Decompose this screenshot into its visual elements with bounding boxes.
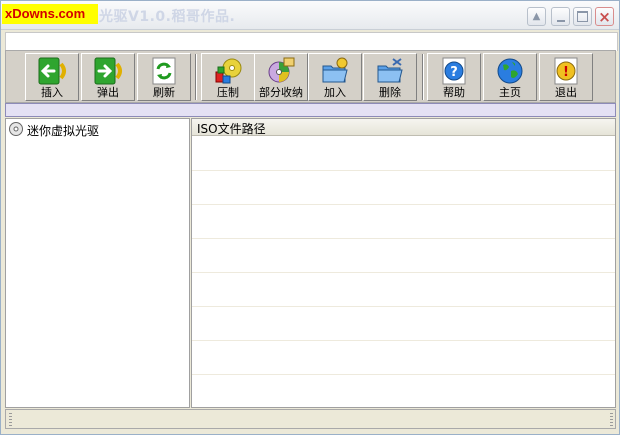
drive-tree[interactable]: 迷你虚拟光驱 [5,118,190,408]
maximize-button[interactable] [573,7,592,26]
svg-text:?: ? [450,65,458,80]
toolbar-separator [195,54,197,100]
close-icon: × [598,7,611,26]
homepage-button[interactable]: 主页 [483,53,537,101]
tree-item-label: 迷你虚拟光驱 [27,124,100,138]
column-header-iso-path: ISO文件路径 [197,122,266,136]
maximize-icon [577,11,588,22]
help-label: 帮助 [443,86,465,99]
eject-arrow-icon [92,56,124,86]
compress-label: 压制 [217,86,239,99]
delete-button[interactable]: 删除 [363,53,417,101]
insert-button[interactable]: 插入 [25,53,79,101]
compress-button[interactable]: 压制 [201,53,255,101]
refresh-button[interactable]: 刷新 [137,53,191,101]
list-row-divider [192,340,615,341]
list-row-divider [192,272,615,273]
title-bar[interactable]: xDowns.com 光驱V1.0.稻哥作品. ▲ × [1,1,619,30]
list-row-divider [192,170,615,171]
help-up-button[interactable]: ▲ [527,7,546,26]
app-window: xDowns.com 光驱V1.0.稻哥作品. ▲ × 插入 弹出 刷新 压制 … [0,0,620,435]
homepage-globe-icon [494,56,526,86]
exit-label: 退出 [555,86,577,99]
splitter-band[interactable] [5,103,616,117]
add-folder-icon [319,56,351,86]
status-grip-right[interactable] [610,413,613,426]
exit-button[interactable]: ! 退出 [539,53,593,101]
minimize-icon [556,19,565,22]
insert-arrow-icon [36,56,68,86]
list-row-divider [192,204,615,205]
close-button[interactable]: × [595,7,614,26]
cd-drive-icon [8,121,24,140]
insert-label: 插入 [41,86,63,99]
homepage-label: 主页 [499,86,521,99]
add-label: 加入 [324,86,346,99]
toolbar-separator [422,54,424,100]
refresh-icon [148,56,180,86]
status-grip-left [9,413,12,426]
partial-collect-label: 部分收纳 [259,86,303,99]
eject-label: 弹出 [97,86,119,99]
refresh-label: 刷新 [153,86,175,99]
delete-label: 删除 [379,86,401,99]
window-title: 光驱V1.0.稻哥作品. [99,9,236,25]
list-row-divider [192,306,615,307]
partial-collect-disc-icon [265,56,297,86]
caret-up-icon: ▲ [532,11,541,22]
status-bar [5,409,616,429]
compress-disc-icon [212,56,244,86]
minimize-button[interactable] [551,7,570,26]
menu-strip [5,32,618,51]
list-row-divider [192,238,615,239]
help-icon: ? [438,56,470,86]
toolbar: 插入 弹出 刷新 压制 部分收纳 加入 删除 ? 帮助 主页 ! 退出 [5,50,616,103]
partial-collect-button[interactable]: 部分收纳 [254,53,308,101]
eject-button[interactable]: 弹出 [81,53,135,101]
iso-list[interactable]: ISO文件路径 [191,118,616,408]
svg-text:!: ! [563,65,569,80]
site-logo: xDowns.com [2,4,98,24]
add-button[interactable]: 加入 [308,53,362,101]
list-header[interactable]: ISO文件路径 [192,119,615,136]
list-row-divider [192,374,615,375]
tree-item-virtual-drive[interactable]: 迷你虚拟光驱 [8,121,99,140]
delete-folder-icon [374,56,406,86]
help-button[interactable]: ? 帮助 [427,53,481,101]
exit-icon: ! [550,56,582,86]
